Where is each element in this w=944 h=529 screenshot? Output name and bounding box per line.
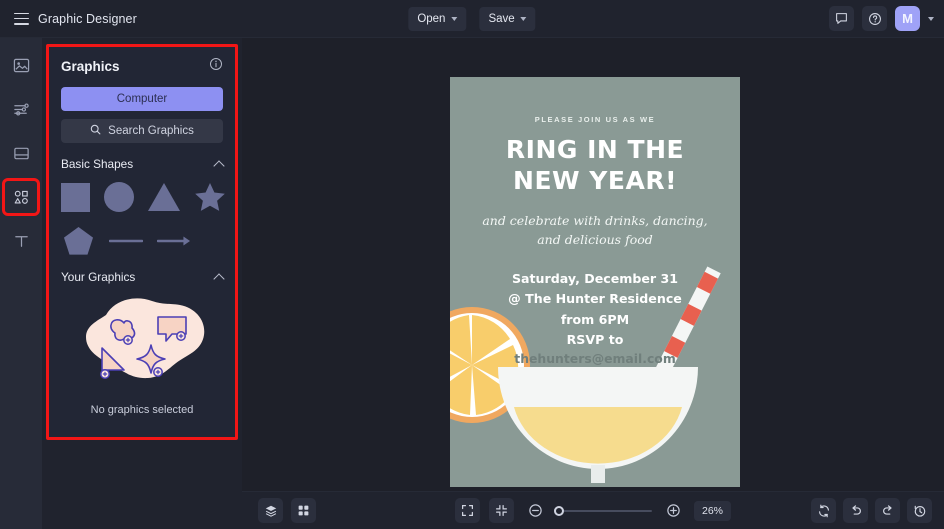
search-graphics-input[interactable]: Search Graphics: [61, 119, 223, 143]
search-graphics-placeholder: Search Graphics: [108, 125, 194, 137]
basic-shapes-row-2: [61, 224, 223, 258]
tool-rail: [0, 38, 42, 529]
refresh-icon[interactable]: [811, 498, 836, 523]
computer-button[interactable]: Computer: [61, 87, 223, 111]
line-shape[interactable]: [109, 224, 143, 258]
section-your-graphics-label: Your Graphics: [61, 270, 136, 284]
arrow-shape[interactable]: [157, 224, 191, 258]
canvas-title-line2: NEW YEAR!: [513, 165, 677, 195]
chevron-down-icon: [451, 16, 458, 21]
layers-icon[interactable]: [258, 498, 283, 523]
layout-icon[interactable]: [6, 138, 36, 168]
canvas-title-line1: RING IN THE: [505, 135, 685, 164]
circle-shape[interactable]: [104, 180, 134, 214]
zoom-slider-handle[interactable]: [553, 505, 564, 516]
collapse-icon[interactable]: [488, 498, 514, 523]
save-button[interactable]: Save: [479, 6, 536, 31]
graphics-panel: Graphics Computer Search Graphics Basic …: [46, 44, 238, 440]
square-shape[interactable]: [61, 180, 90, 214]
search-icon: [90, 122, 101, 140]
pentagon-shape[interactable]: [61, 224, 95, 258]
panel-title: Graphics: [61, 59, 120, 74]
zoom-in-icon[interactable]: [661, 499, 685, 523]
chevron-down-icon: [520, 16, 527, 21]
top-bar-left: Graphic Designer: [0, 12, 137, 26]
bottom-bar: 26%: [242, 491, 944, 529]
open-button[interactable]: Open: [408, 6, 467, 31]
graphics-blob-illustration: [61, 293, 223, 398]
basic-shapes-row-1: [61, 180, 226, 214]
grid-icon[interactable]: [291, 498, 316, 523]
chevron-up-icon: [213, 159, 225, 172]
design-canvas[interactable]: PLEASE JOIN US AS WE RING IN THE NEW YEA…: [450, 77, 740, 487]
undo-icon[interactable]: [843, 498, 868, 523]
open-button-label: Open: [417, 12, 446, 25]
canvas-detail-time: from 6PM: [560, 311, 630, 327]
top-bar-center: Open Save: [408, 6, 536, 31]
text-icon[interactable]: [6, 226, 36, 256]
zoom-out-icon[interactable]: [523, 499, 547, 523]
help-icon[interactable]: [862, 6, 887, 31]
avatar[interactable]: M: [895, 6, 920, 31]
canvas-detail-rsvp: RSVP to: [566, 332, 624, 348]
canvas-stage[interactable]: PLEASE JOIN US AS WE RING IN THE NEW YEA…: [242, 38, 944, 491]
save-button-label: Save: [488, 12, 515, 25]
zoom-controls: 26%: [454, 498, 732, 523]
bottom-bar-left: [242, 498, 316, 523]
bottom-bar-right: [811, 498, 932, 523]
zoom-level-value[interactable]: 26%: [693, 500, 732, 521]
section-basic-shapes-label: Basic Shapes: [61, 157, 134, 171]
hamburger-icon[interactable]: [14, 12, 29, 25]
empty-state-text: No graphics selected: [90, 404, 194, 416]
canvas-subtitle: and celebrate with drinks, dancing, and …: [450, 212, 740, 250]
history-icon[interactable]: [907, 498, 932, 523]
graphics-panel-header: Graphics: [61, 57, 223, 76]
canvas-subtitle-line2: and delicious food: [537, 231, 653, 247]
comment-icon[interactable]: [829, 6, 854, 31]
canvas-details: Saturday, December 31 @ The Hunter Resid…: [450, 269, 740, 351]
fit-screen-icon[interactable]: [454, 498, 480, 523]
redo-icon[interactable]: [875, 498, 900, 523]
canvas-title: RING IN THE NEW YEAR!: [450, 135, 740, 196]
star-shape[interactable]: [194, 180, 226, 214]
section-your-graphics[interactable]: Your Graphics: [61, 270, 225, 285]
section-basic-shapes[interactable]: Basic Shapes: [61, 157, 225, 172]
app-title: Graphic Designer: [38, 11, 137, 26]
image-icon[interactable]: [6, 50, 36, 80]
canvas-detail-date: Saturday, December 31: [511, 271, 679, 286]
app-window: Graphic Designer Open Save M Graphics Co…: [0, 0, 944, 529]
zoom-slider[interactable]: [553, 505, 652, 516]
canvas-detail-venue: @ The Hunter Residence: [508, 291, 682, 307]
sidebar-item-shapes[interactable]: [2, 178, 40, 216]
top-bar: Graphic Designer Open Save M: [0, 0, 944, 38]
chevron-down-icon[interactable]: [928, 16, 934, 21]
adjustments-icon[interactable]: [6, 94, 36, 124]
triangle-shape[interactable]: [148, 180, 180, 214]
canvas-email: thehunters@email.com: [514, 351, 676, 366]
top-bar-right: M: [829, 6, 934, 31]
info-icon[interactable]: [209, 57, 223, 76]
canvas-subtitle-line1: and celebrate with drinks, dancing,: [482, 213, 708, 228]
canvas-kicker: PLEASE JOIN US AS WE: [534, 115, 656, 124]
chevron-up-icon: [213, 272, 225, 285]
